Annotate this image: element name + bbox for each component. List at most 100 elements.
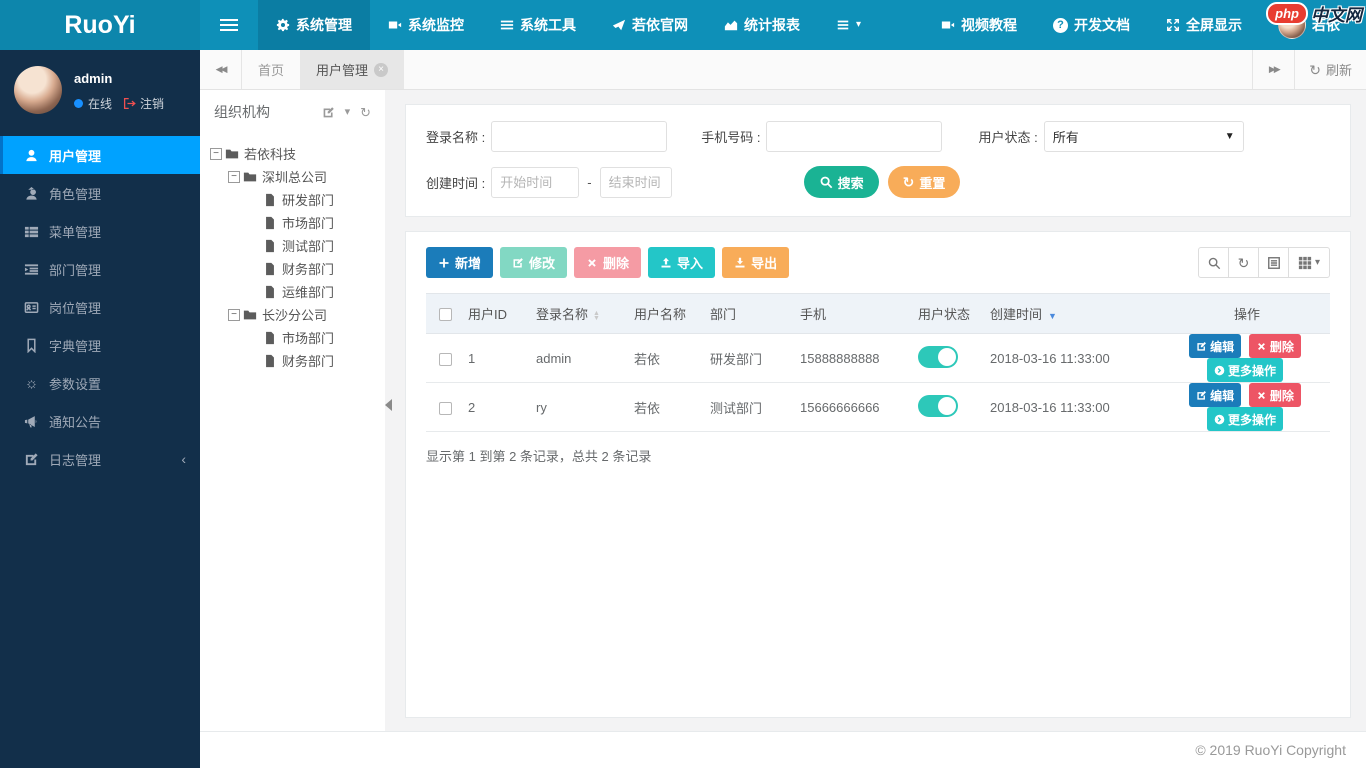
tab-user-manage[interactable]: 用户管理 ×: [300, 50, 405, 89]
col-login-name[interactable]: 登录名称 ▲ ▼: [532, 293, 630, 334]
nav-item-system-manage[interactable]: 系统管理: [258, 0, 370, 50]
row-edit-button[interactable]: 编辑: [1189, 383, 1242, 407]
tree-node[interactable]: 财务部门: [210, 257, 381, 280]
tree-node[interactable]: 测试部门: [210, 234, 381, 257]
columns-button[interactable]: ▾: [1288, 247, 1330, 278]
sidebar-item-dict-manage[interactable]: 字典管理: [0, 326, 200, 364]
sidebar-item-dept-manage[interactable]: 部门管理: [0, 250, 200, 288]
tree-node[interactable]: 运维部门: [210, 280, 381, 303]
user-avatar[interactable]: [14, 66, 62, 114]
sort-icons[interactable]: ▲ ▼: [593, 310, 600, 322]
file-icon: [266, 193, 274, 206]
file-icon: [266, 239, 274, 252]
sidebar-item-post-manage[interactable]: 岗位管理: [0, 288, 200, 326]
collapse-expander-icon[interactable]: [228, 170, 240, 183]
th-list-icon: [24, 226, 39, 237]
user-table-panel: 新增 修改 删除 导入 导出 ↻ ▾ 用户ID 登录名称 ▲ ▼ 用户名称 部门…: [405, 231, 1351, 718]
chevron-circle-right-icon: [1214, 365, 1225, 375]
chevron-down-icon[interactable]: ▾: [345, 106, 351, 118]
edit-button[interactable]: 修改: [500, 247, 568, 278]
tree-node[interactable]: 研发部门: [210, 188, 381, 211]
top-navbar: RuoYi 系统管理 系统监控 系统工具 若依官网 统计报表 ▾ 视频教程 ? …: [0, 0, 1366, 50]
close-icon[interactable]: ×: [374, 62, 389, 77]
sidebar-item-param-config[interactable]: ☼ 参数设置: [0, 364, 200, 402]
tabs-scroll-left-button[interactable]: ◀◀: [200, 50, 242, 89]
expand-icon: [1167, 19, 1179, 31]
status-toggle[interactable]: [918, 394, 958, 417]
main-content: 登录名称 : 手机号码 : 用户状态 : 所有 ▼ 创建时间 : - 搜索 ↻ …: [385, 90, 1366, 731]
sidebar-item-menu-manage[interactable]: 菜单管理: [0, 212, 200, 250]
x-icon: [1257, 342, 1265, 350]
edit-icon[interactable]: [322, 106, 335, 119]
nav-item-label: 系统监控: [408, 17, 464, 33]
refresh-icon[interactable]: ↻: [360, 106, 371, 119]
collapse-expander-icon[interactable]: [210, 147, 222, 160]
import-button[interactable]: 导入: [648, 247, 716, 278]
nav-item-video-tutorial[interactable]: 视频教程: [923, 0, 1035, 50]
col-user-id: 用户ID: [468, 307, 508, 322]
sidebar-item-user-manage[interactable]: 用户管理: [0, 136, 200, 174]
show-search-button[interactable]: [1198, 247, 1229, 278]
nav-item-statistics[interactable]: 统计报表: [706, 0, 818, 50]
chevron-circle-right-icon: [1214, 414, 1225, 424]
tree-node[interactable]: 市场部门: [210, 211, 381, 234]
row-delete-button[interactable]: 删除: [1248, 383, 1301, 407]
login-name-input[interactable]: [491, 121, 668, 152]
row-checkbox[interactable]: [438, 352, 452, 366]
tabs-scroll-right-button[interactable]: ▶▶: [1252, 50, 1294, 89]
tree-node[interactable]: 长沙分公司: [210, 303, 381, 326]
tab-label: 用户管理: [316, 63, 369, 78]
nav-item-system-tools[interactable]: 系统工具: [482, 0, 594, 50]
reset-button[interactable]: ↻ 重置: [887, 166, 961, 198]
sidebar-item-role-manage[interactable]: 角色管理: [0, 174, 200, 212]
tree-node[interactable]: 深圳总公司: [210, 165, 381, 188]
caret-down-icon: ▾: [856, 19, 862, 30]
row-more-button[interactable]: 更多操作: [1206, 358, 1283, 382]
nav-item-fullscreen[interactable]: 全屏显示: [1148, 0, 1260, 50]
tab-home[interactable]: 首页: [242, 50, 300, 89]
row-delete-button[interactable]: 删除: [1248, 334, 1301, 358]
delete-button[interactable]: 删除: [574, 247, 642, 278]
logout-link[interactable]: 注销: [123, 95, 164, 112]
edit-square-icon: [25, 452, 38, 465]
file-icon: [266, 331, 274, 344]
nav-item-system-monitor[interactable]: 系统监控: [370, 0, 482, 50]
refresh-tab-button[interactable]: ↻ 刷新: [1294, 50, 1366, 89]
tree-node-root[interactable]: 若依科技: [210, 142, 381, 165]
col-created[interactable]: 创建时间 ▼: [986, 293, 1164, 334]
row-checkbox[interactable]: [438, 401, 452, 415]
export-button[interactable]: 导出: [722, 247, 790, 278]
tree-node[interactable]: 市场部门: [210, 326, 381, 349]
nav-item-official-site[interactable]: 若依官网: [594, 0, 706, 50]
nav-item-more-menu[interactable]: ▾: [818, 0, 879, 50]
end-time-input[interactable]: [599, 166, 672, 198]
sidebar-item-log-manage[interactable]: 日志管理 ‹: [0, 440, 200, 478]
status-toggle[interactable]: [918, 345, 958, 368]
paper-plane-icon: [612, 19, 626, 31]
chevron-left-icon: ‹: [181, 451, 186, 467]
row-more-button[interactable]: 更多操作: [1206, 407, 1283, 431]
add-button[interactable]: 新增: [426, 247, 494, 278]
table-row: 1 admin 若依 研发部门 15888888888 2018-03-16 1…: [426, 333, 1330, 383]
folder-icon: [243, 172, 257, 181]
user-status-select[interactable]: 所有 ▼: [1043, 121, 1244, 152]
tree-collapse-handle[interactable]: [385, 399, 392, 411]
pagination-info: 显示第 1 到第 2 条记录，总共 2 条记录: [426, 449, 652, 464]
row-edit-button[interactable]: 编辑: [1189, 334, 1242, 358]
caret-down-icon: ▾: [1314, 256, 1321, 268]
refresh-table-button[interactable]: ↻: [1228, 247, 1259, 278]
start-time-input[interactable]: [491, 166, 580, 198]
collapse-expander-icon[interactable]: [228, 308, 240, 321]
sidebar-item-notice[interactable]: 通知公告: [0, 402, 200, 440]
phone-input[interactable]: [766, 121, 943, 152]
select-all-checkbox[interactable]: [438, 308, 452, 322]
search-button[interactable]: 搜索: [803, 166, 879, 198]
download-icon: [735, 257, 745, 267]
toggle-view-button[interactable]: [1258, 247, 1289, 278]
sidebar-toggle-button[interactable]: [200, 0, 258, 50]
tree-node[interactable]: 财务部门: [210, 349, 381, 372]
brand-logo[interactable]: RuoYi: [0, 0, 200, 50]
search-icon: [1208, 257, 1220, 269]
upload-icon: [661, 257, 671, 267]
nav-item-dev-docs[interactable]: ? 开发文档: [1035, 0, 1148, 50]
